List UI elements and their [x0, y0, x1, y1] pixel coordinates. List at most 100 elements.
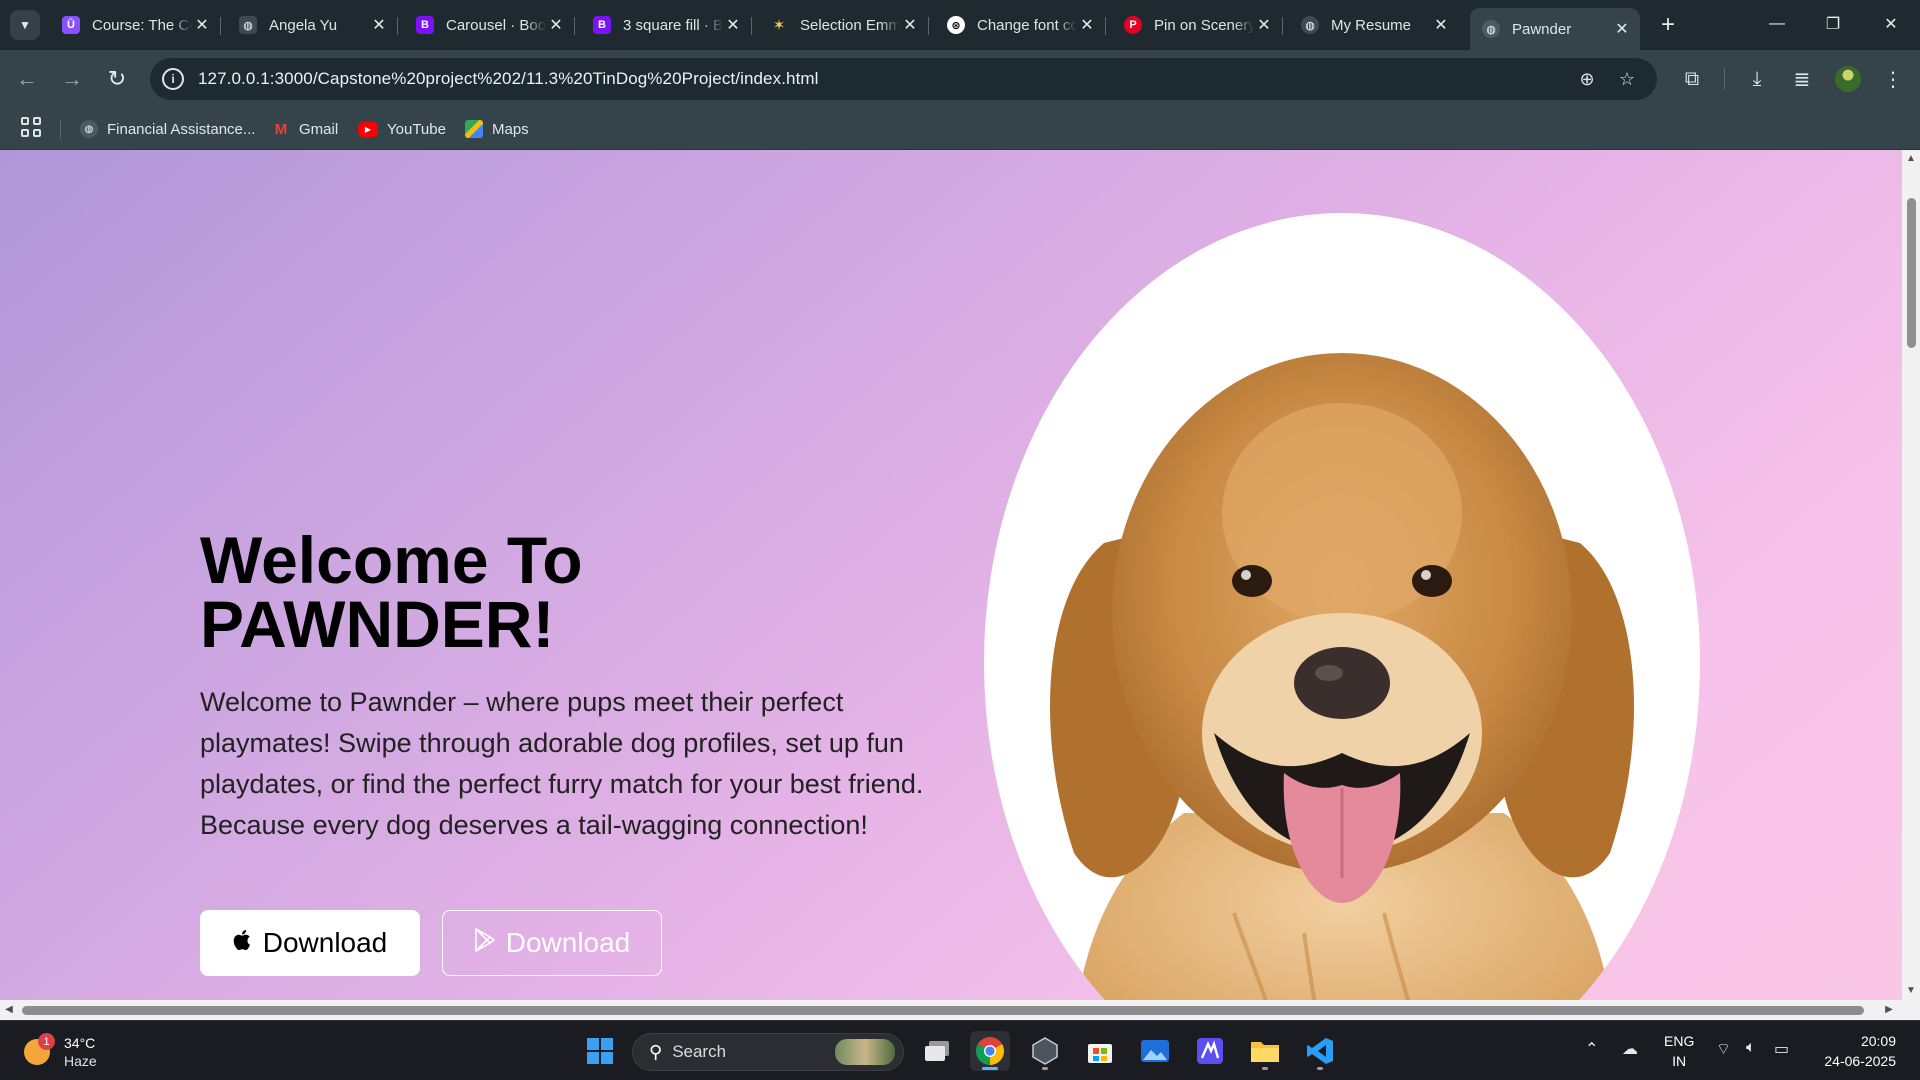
close-window-icon[interactable]: ✕ — [1868, 8, 1914, 40]
onedrive-offline-icon[interactable]: ☁ — [1622, 1039, 1638, 1059]
tab-title: Selection Emmet — [800, 16, 900, 34]
vertical-scroll-thumb[interactable] — [1907, 198, 1916, 348]
globe-icon: ◍ — [80, 120, 98, 138]
maps-icon — [465, 120, 483, 138]
apple-icon — [233, 928, 253, 959]
close-icon[interactable]: ✕ — [1077, 15, 1097, 35]
scroll-down-icon[interactable]: ▼ — [1902, 984, 1920, 998]
zoom-icon[interactable]: ⊕ — [1575, 67, 1599, 91]
scroll-right-icon[interactable]: ▶ — [1882, 1003, 1896, 1017]
minimize-icon[interactable]: — — [1754, 8, 1800, 40]
horizontal-scrollbar[interactable]: ◀ ▶ — [0, 1000, 1920, 1020]
notification-badge: 1 — [38, 1033, 55, 1050]
close-icon[interactable]: ✕ — [546, 15, 566, 35]
tab-title: Carousel · Bootstrap — [446, 16, 546, 34]
emmet-icon: ✶ — [772, 17, 786, 34]
show-hidden-icons-chevron[interactable]: ⌃ — [1585, 1039, 1598, 1059]
taskbar-microsoft-store[interactable] — [1080, 1031, 1120, 1071]
close-icon[interactable]: ✕ — [1431, 15, 1451, 35]
youtube-icon: ▶ — [358, 121, 378, 137]
volume-icon[interactable]: 🔈︎ — [1746, 1039, 1756, 1057]
tab-course[interactable]: Ū Course: The Complete ✕ — [50, 8, 221, 42]
back-icon[interactable]: ← — [12, 64, 42, 94]
download-google-play-button[interactable]: Download — [442, 910, 662, 976]
taskbar-vscode[interactable] — [1300, 1031, 1340, 1071]
tab-title: Pin on Scenery — [1154, 16, 1254, 34]
scroll-up-icon[interactable]: ▲ — [1902, 152, 1920, 166]
bootstrap-icon: B — [416, 16, 434, 34]
tab-search-button[interactable]: ▼ — [10, 10, 40, 40]
tab-square-fill[interactable]: B 3 square fill · Bootstrap ✕ — [581, 8, 752, 42]
tab-pinterest[interactable]: P Pin on Scenery ✕ — [1112, 8, 1283, 42]
taskbar-app-dark[interactable] — [1025, 1031, 1065, 1071]
pinterest-icon: P — [1124, 16, 1142, 34]
close-icon[interactable]: ✕ — [1612, 19, 1632, 39]
site-info-icon[interactable]: i — [162, 68, 184, 90]
new-tab-button[interactable]: + — [1653, 10, 1683, 40]
tab-change-font[interactable]: ⊛ Change font color ✕ — [935, 8, 1106, 42]
tab-selection-emmet[interactable]: ✶ Selection Emmet ✕ — [758, 8, 929, 42]
close-icon[interactable]: ✕ — [192, 15, 212, 35]
taskbar-file-explorer[interactable] — [1245, 1031, 1285, 1071]
chatgpt-icon: ⊛ — [947, 16, 965, 34]
address-bar[interactable]: i 127.0.0.1:3000/Capstone%20project%202/… — [150, 58, 1657, 100]
chrome-icon — [976, 1037, 1004, 1065]
weather-widget[interactable]: 1 34°C Haze — [24, 1029, 144, 1073]
wifi-icon[interactable]: ⌔ — [1716, 1039, 1731, 1059]
extensions-icon[interactable]: ⧉ — [1677, 64, 1707, 94]
globe-icon: ◍ — [1301, 16, 1319, 34]
tab-angela-yu[interactable]: ◍ Angela Yu ✕ — [227, 8, 398, 42]
bookmark-youtube[interactable]: ▶ YouTube — [358, 116, 446, 142]
bookmark-financial-assistance[interactable]: ◍ Financial Assistance... — [80, 116, 255, 142]
download-apple-button[interactable]: Download — [200, 910, 420, 976]
bookmark-star-icon[interactable]: ☆ — [1615, 67, 1639, 91]
globe-icon: ◍ — [239, 16, 257, 34]
scroll-left-icon[interactable]: ◀ — [2, 1003, 16, 1017]
vscode-icon — [1307, 1038, 1333, 1064]
language-indicator[interactable]: ENG IN — [1664, 1031, 1694, 1071]
battery-icon[interactable]: ▭ — [1774, 1039, 1789, 1059]
golden-retriever-illustration — [1050, 353, 1634, 1000]
udemy-icon: Ū — [62, 16, 80, 34]
close-icon[interactable]: ✕ — [1254, 15, 1274, 35]
close-icon[interactable]: ✕ — [900, 15, 920, 35]
horizontal-scroll-thumb[interactable] — [22, 1006, 1864, 1015]
store-icon — [1088, 1044, 1112, 1063]
profile-avatar[interactable] — [1835, 66, 1861, 92]
restore-icon[interactable]: ❐ — [1810, 8, 1856, 40]
close-icon[interactable]: ✕ — [369, 15, 389, 35]
gmail-icon: M — [274, 120, 288, 138]
tab-pawnder[interactable]: ◍ Pawnder ✕ — [1470, 8, 1640, 50]
tab-my-resume[interactable]: ◍ My Resume ✕ — [1289, 8, 1459, 42]
task-view-button[interactable] — [917, 1031, 957, 1071]
apps-grid-icon[interactable] — [21, 117, 41, 137]
menu-icon[interactable]: ⋮ — [1878, 64, 1908, 94]
hexagon-app-icon — [1032, 1037, 1058, 1065]
folder-icon — [1251, 1042, 1279, 1062]
download-icon[interactable]: ⤓ — [1742, 64, 1772, 94]
forward-icon[interactable]: → — [57, 64, 87, 94]
search-icon: ⚲ — [649, 1041, 663, 1062]
taskbar-chrome[interactable] — [970, 1031, 1010, 1071]
bookmark-maps[interactable]: Maps — [465, 116, 529, 142]
tab-title: Course: The Complete — [92, 16, 192, 34]
bookmark-gmail[interactable]: M Gmail — [272, 116, 338, 142]
bootstrap-icon: B — [593, 16, 611, 34]
taskbar-photos[interactable] — [1135, 1031, 1175, 1071]
close-icon[interactable]: ✕ — [723, 15, 743, 35]
taskbar-search[interactable]: ⚲ Search — [632, 1033, 904, 1071]
start-button[interactable] — [580, 1031, 620, 1071]
media-control-icon[interactable]: ≣ — [1787, 64, 1817, 94]
taskbar-app-blue[interactable] — [1190, 1031, 1230, 1071]
tab-carousel-bootstrap[interactable]: B Carousel · Bootstrap ✕ — [404, 8, 575, 42]
weather-condition: Haze — [64, 1053, 97, 1069]
url-text[interactable]: 127.0.0.1:3000/Capstone%20project%202/11… — [198, 69, 819, 89]
reload-icon[interactable]: ↻ — [102, 64, 132, 94]
hero-title: Welcome To PAWNDER! — [200, 523, 583, 661]
system-clock[interactable]: 20:09 24-06-2025 — [1816, 1031, 1896, 1071]
tab-strip: ▼ Ū Course: The Complete ✕ ◍ Angela Yu ✕… — [0, 0, 1920, 50]
bookmarks-bar: ◍ Financial Assistance... M Gmail ▶ YouT… — [0, 108, 1920, 150]
dog-image — [984, 213, 1700, 1000]
vertical-scrollbar[interactable]: ▲ ▼ — [1902, 150, 1920, 1000]
tab-title: My Resume — [1331, 16, 1412, 34]
